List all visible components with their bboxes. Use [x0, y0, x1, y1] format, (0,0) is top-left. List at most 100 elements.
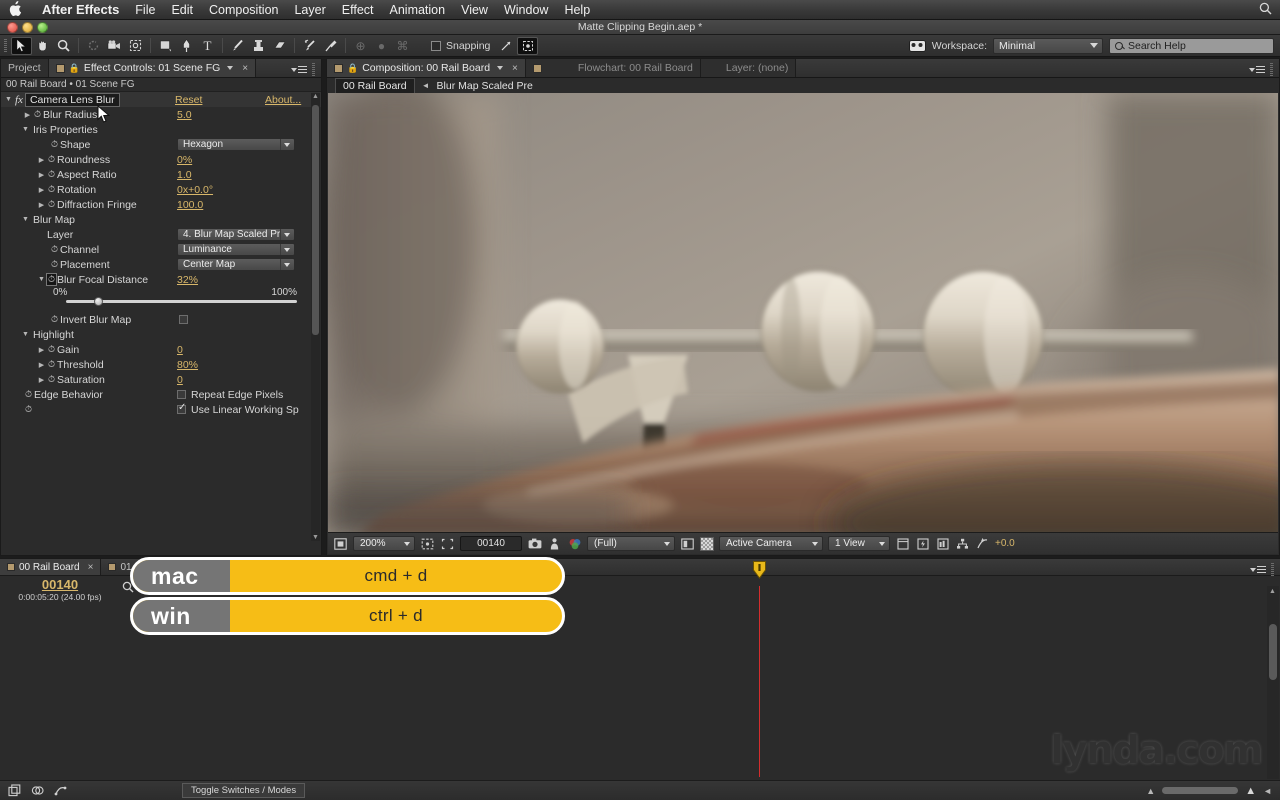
invert-blur-map-checkbox[interactable] [179, 315, 188, 324]
property-layer[interactable]: Layer 4. Blur Map Scaled Pr [1, 227, 321, 242]
pen-tool-icon[interactable] [176, 37, 197, 55]
mask-visibility-icon[interactable] [680, 536, 695, 551]
roto-brush-tool-icon[interactable] [299, 37, 320, 55]
twirl-icon[interactable] [37, 361, 46, 369]
stopwatch-icon[interactable]: ⏱ [23, 404, 34, 415]
twirl-icon[interactable] [37, 171, 46, 179]
twirl-icon[interactable] [37, 156, 46, 164]
property-value[interactable]: 0% [177, 154, 192, 166]
property-value[interactable]: 1.0 [177, 169, 192, 181]
use-linear-working-space-checkbox[interactable] [177, 402, 186, 414]
stopwatch-icon[interactable]: ⏱ [32, 109, 43, 120]
property-aspect-ratio[interactable]: ⏱ Aspect Ratio 1.0 [1, 167, 321, 182]
puppet-pin-tool-icon[interactable] [320, 37, 341, 55]
close-tab-icon[interactable]: × [242, 63, 248, 74]
playhead-line[interactable] [753, 561, 766, 777]
stopwatch-icon[interactable]: ⏱ [46, 169, 57, 180]
breadcrumb-layer-text[interactable]: Blur Map Scaled Pre [437, 80, 533, 92]
stopwatch-icon[interactable]: ⏱ [49, 139, 60, 150]
panel-grip[interactable] [1270, 63, 1273, 76]
twirl-icon[interactable] [21, 126, 30, 133]
view-axis-icon[interactable]: ⌘ [392, 37, 413, 55]
comp-renderer-icon[interactable] [6, 783, 22, 799]
scrollbar-thumb[interactable] [312, 105, 319, 335]
camera-tool-icon[interactable] [104, 37, 125, 55]
close-tab-icon[interactable]: × [512, 63, 518, 74]
shape-dropdown[interactable]: Hexagon [177, 138, 295, 151]
apple-logo-icon[interactable] [8, 1, 24, 18]
menu-effect[interactable]: Effect [334, 0, 382, 20]
camera-view-select[interactable]: Active Camera [719, 536, 823, 551]
channels-icon[interactable] [567, 536, 582, 551]
property-roundness[interactable]: ⏱ Roundness 0% [1, 152, 321, 167]
stopwatch-icon[interactable]: ⏱ [46, 273, 57, 286]
region-of-interest-icon[interactable] [420, 536, 435, 551]
show-snapshot-icon[interactable] [547, 536, 562, 551]
fast-previews-icon[interactable] [915, 536, 930, 551]
placement-dropdown[interactable]: Center Map [177, 258, 295, 271]
stopwatch-icon[interactable]: ⏱ [46, 344, 57, 355]
zoom-in-icon[interactable]: ▲ [1245, 785, 1256, 797]
selection-tool-icon[interactable] [11, 36, 32, 55]
menu-layer[interactable]: Layer [286, 0, 333, 20]
eraser-tool-icon[interactable] [269, 37, 290, 55]
project-tab[interactable]: Project [1, 59, 49, 77]
panel-menu[interactable] [291, 63, 315, 76]
always-preview-icon[interactable] [333, 536, 348, 551]
breadcrumb-comp-chip[interactable]: 00 Rail Board [335, 77, 415, 94]
timeline-tab-rail-board[interactable]: 00 Rail Board × [0, 559, 102, 575]
twirl-icon[interactable] [23, 111, 32, 119]
menu-composition[interactable]: Composition [201, 0, 286, 20]
property-edge-behavior[interactable]: ⏱ Edge Behavior Repeat Edge Pixels [1, 387, 321, 402]
property-shape[interactable]: ⏱ Shape Hexagon [1, 137, 321, 152]
property-value[interactable]: 32% [177, 274, 198, 286]
layer-tab[interactable]: Layer: (none) [700, 59, 797, 77]
scroll-left-icon[interactable]: ◄ [1263, 786, 1272, 796]
scroll-up-icon[interactable]: ▲ [1269, 588, 1276, 595]
exposure-value[interactable]: +0.0 [995, 538, 1015, 549]
stopwatch-icon[interactable]: ⏱ [49, 314, 60, 325]
effect-panel-scrollbar[interactable]: ▲ ▼ [311, 93, 320, 541]
stopwatch-icon[interactable]: ⏱ [46, 359, 57, 370]
menu-edit[interactable]: Edit [163, 0, 201, 20]
property-invert-blur-map[interactable]: ⏱ Invert Blur Map [1, 312, 321, 327]
magnification-select[interactable]: 200% [353, 536, 415, 551]
twirl-icon[interactable] [37, 376, 46, 384]
scroll-up-icon[interactable]: ▲ [312, 93, 319, 100]
property-gain[interactable]: ⏱ Gain 0 [1, 342, 321, 357]
slider-knob[interactable] [93, 297, 103, 306]
comp-flowchart-icon[interactable] [955, 536, 970, 551]
stopwatch-icon[interactable]: ⏱ [46, 184, 57, 195]
spotlight-search-icon[interactable] [1259, 2, 1272, 18]
timeline-panel-menu[interactable] [1250, 563, 1274, 576]
twirl-icon[interactable] [37, 201, 46, 209]
rotation-tool-icon[interactable] [83, 37, 104, 55]
blur-focal-distance-slider[interactable]: 0% 100% [1, 287, 321, 300]
close-tab-icon[interactable]: × [88, 562, 94, 573]
chevron-down-icon[interactable] [497, 66, 504, 70]
property-placement[interactable]: ⏱ Placement Center Map [1, 257, 321, 272]
lock-icon[interactable]: 🔒 [347, 63, 358, 74]
graph-editor-icon[interactable] [52, 783, 68, 799]
menu-view[interactable]: View [453, 0, 496, 20]
layer-dropdown[interactable]: 4. Blur Map Scaled Pr [177, 228, 295, 241]
toolbar-grip[interactable] [4, 38, 7, 53]
stopwatch-icon[interactable]: ⏱ [46, 374, 57, 385]
property-linear-working-space[interactable]: ⏱ Use Linear Working Sp [1, 402, 321, 417]
menu-window[interactable]: Window [496, 0, 556, 20]
twirl-icon[interactable] [37, 276, 46, 283]
snapping-bounds-icon[interactable] [517, 36, 539, 55]
pan-behind-tool-icon[interactable] [125, 37, 146, 55]
property-rotation[interactable]: ⏱ Rotation 0x+0.0° [1, 182, 321, 197]
property-value[interactable]: 0x+0.0° [177, 184, 213, 196]
search-help-input[interactable]: Search Help [1109, 37, 1274, 54]
brush-tool-icon[interactable] [227, 37, 248, 55]
effect-controls-tab[interactable]: 🔒 Effect Controls: 01 Scene FG × [48, 59, 257, 77]
pixel-aspect-correction-icon[interactable] [895, 536, 910, 551]
zoom-tool-icon[interactable] [53, 37, 74, 55]
grid-guides-icon[interactable] [440, 536, 455, 551]
scrollbar-thumb[interactable] [1269, 624, 1277, 680]
panel-grip[interactable] [312, 63, 315, 76]
property-channel[interactable]: ⏱ Channel Luminance [1, 242, 321, 257]
stopwatch-icon[interactable]: ⏱ [46, 154, 57, 165]
